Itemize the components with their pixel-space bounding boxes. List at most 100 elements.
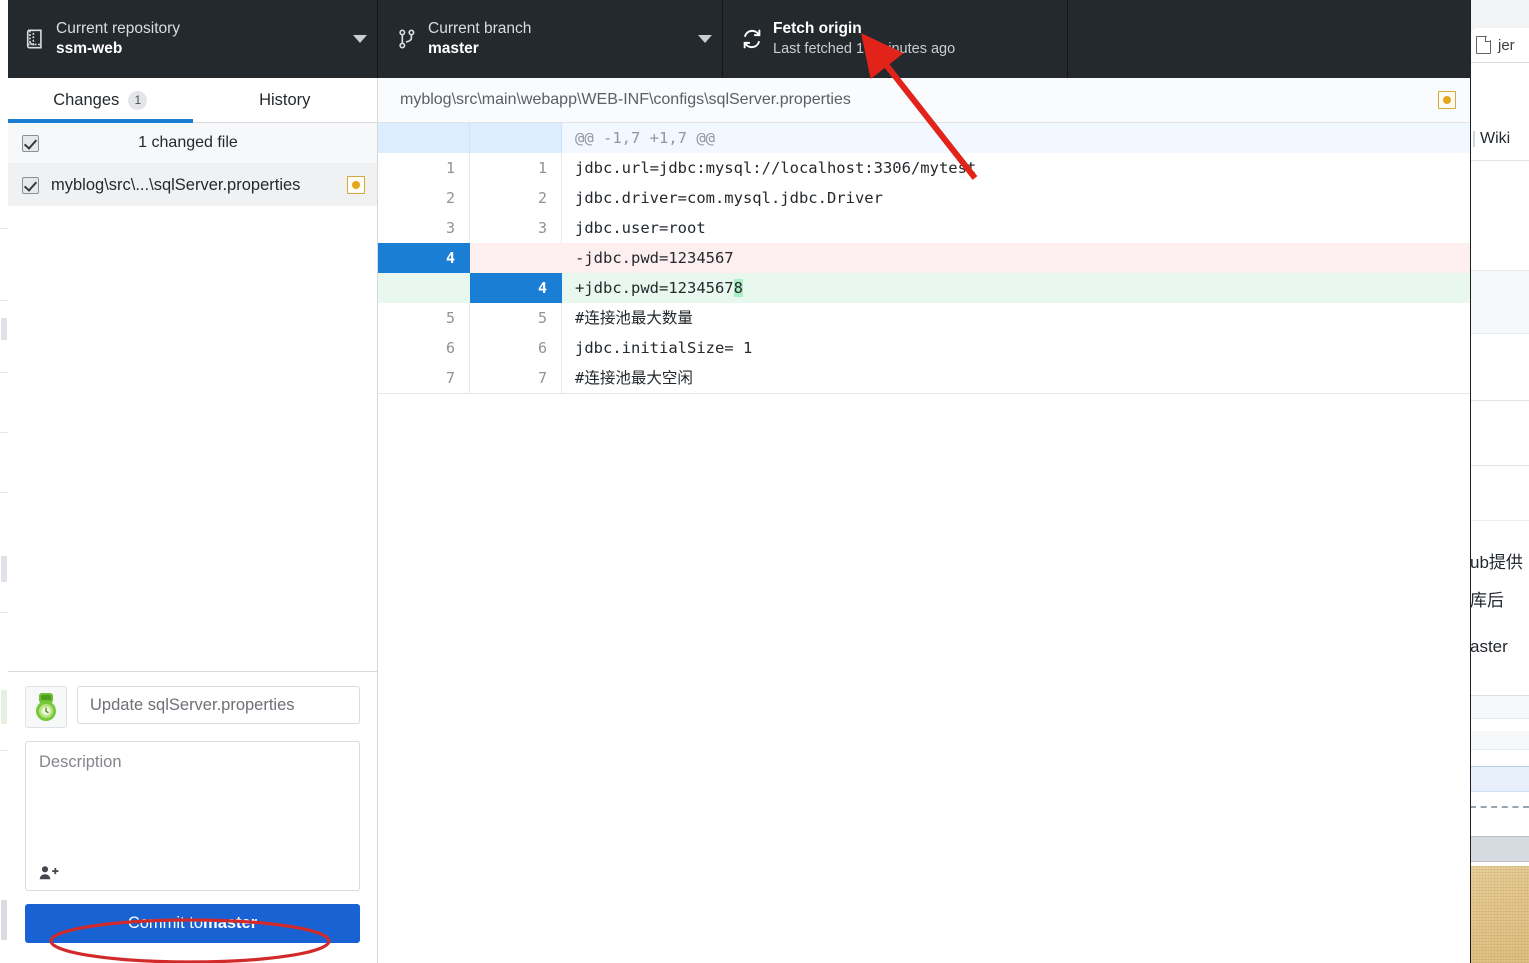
diff-added-base: +jdbc.pwd=1234567 [575,279,734,297]
diff-line-row-added[interactable]: 4 +jdbc.pwd=12345678 [378,273,1470,303]
commit-description-placeholder: Description [39,753,122,771]
diff-line-row-deleted[interactable]: 4 -jdbc.pwd=1234567 [378,243,1470,273]
page-paragraph-3: aster [1470,637,1508,656]
repository-name: ssm-web [56,40,123,57]
fetch-origin-label: Fetch origin [773,20,862,37]
diff-hunk-header: @@ -1,7 +1,7 @@ [378,123,1470,153]
tab-history[interactable]: History [193,78,378,122]
branch-icon [392,28,422,50]
tab-history-label: History [259,90,311,109]
line-number-old: 1 [378,153,470,183]
chevron-down-icon[interactable] [688,35,722,43]
diff-line-row[interactable]: 3 3 jdbc.user=root [378,213,1470,243]
changed-files-list-empty-space [8,290,377,672]
select-all-row[interactable]: 1 changed file [8,123,377,164]
diff-line-row[interactable]: 1 1 jdbc.url=jdbc:mysql://localhost:3306… [378,153,1470,183]
page-block-4 [1470,836,1529,862]
diff-file-path: myblog\src\main\webapp\WEB-INF\configs\s… [400,91,851,108]
page-divider-c [1470,520,1529,521]
diff-line-text: jdbc.driver=com.mysql.jdbc.Driver [575,189,883,207]
current-branch-button[interactable]: Current branch master [378,0,723,78]
page-block-1 [1470,695,1529,719]
changed-files-summary: 1 changed file [138,134,238,151]
line-number-new: 5 [470,303,562,333]
line-number-old: 6 [378,333,470,363]
browser-toolbar-separator [1470,62,1529,63]
diff-line-row[interactable]: 2 2 jdbc.driver=com.mysql.jdbc.Driver [378,183,1470,213]
select-all-checkbox[interactable] [22,134,39,152]
diff-added-word-highlight: 8 [733,279,743,297]
changes-count-badge: 1 [128,90,148,110]
sidebar-tabs: Changes 1 History [8,78,377,123]
line-number-old: 3 [378,213,470,243]
line-number-new: 4 [470,273,562,303]
commit-form: Update sqlServer.properties Description … [8,672,377,963]
commit-description-input[interactable]: Description [25,741,360,891]
commit-to-master-button[interactable]: Commit to master [25,904,360,943]
commit-summary-placeholder: Update sqlServer.properties [90,695,295,714]
add-coauthor-icon[interactable] [39,865,59,881]
browser-tab[interactable]: jer [1470,28,1529,62]
diff-line-text: #连接池最大数量 [575,309,693,327]
changes-sidebar: Changes 1 History 1 changed file myblog\… [8,78,378,963]
nav-label: Wiki [1480,130,1511,147]
page-dashed-divider [1470,806,1529,808]
page-divider-b [1470,465,1529,466]
branch-name: master [428,40,479,57]
hunk-header-text: @@ -1,7 +1,7 @@ [562,123,1470,153]
diff-pane: myblog\src\main\webapp\WEB-INF\configs\s… [378,78,1470,963]
line-number-new: 2 [470,183,562,213]
diff-line-row[interactable]: 7 7 #连接池最大空闲 [378,363,1470,393]
page-block-highlight [1470,766,1529,792]
modified-badge [1438,91,1456,109]
fetch-origin-subtitle: Last fetched 16 minutes ago [773,41,956,57]
line-number-old: 7 [378,363,470,393]
diff-line-text: jdbc.url=jdbc:mysql://localhost:3306/myt… [575,159,977,177]
repository-icon [20,28,50,50]
commit-button-prefix: Commit to [127,914,204,932]
branch-label: Current branch [428,20,532,37]
diff-line-text: -jdbc.pwd=1234567 [575,249,734,267]
tab-changes[interactable]: Changes 1 [8,78,193,123]
diff-line-text: jdbc.initialSize= 1 [575,339,753,357]
page-image [1470,866,1529,963]
app-toolbar: Current repository ssm-web Current branc… [8,0,1470,78]
github-desktop-window: Current repository ssm-web Current branc… [8,0,1471,963]
line-number-new: 3 [470,213,562,243]
diff-bottom-border [378,393,1470,394]
hunk-gutter-new [470,123,562,153]
user-avatar [25,686,67,728]
fetch-origin-button[interactable]: Fetch origin Last fetched 16 minutes ago [723,0,1068,78]
list-item[interactable]: myblog\src\...\sqlServer.properties [8,164,377,206]
line-number-new: 7 [470,363,562,393]
page-paragraph-1: ub提供 [1470,553,1523,572]
diff-line-text: jdbc.user=root [575,219,706,237]
file-checkbox[interactable] [22,176,39,194]
repo-nav-item-wiki[interactable]: Wiki [1470,118,1529,160]
hunk-gutter-old [378,123,470,153]
toolbar-empty-area [1068,0,1470,78]
commit-summary-input[interactable]: Update sqlServer.properties [77,686,360,724]
repository-label: Current repository [56,20,181,37]
commit-button-branch: master [203,914,258,932]
line-number-old: 5 [378,303,470,333]
tab-changes-label: Changes [53,90,120,109]
diff-line-text: #连接池最大空闲 [575,369,693,387]
diff-line-text: +jdbc.pwd=12345678 [562,273,1470,303]
page-divider-a [1470,400,1529,401]
line-number-new: 1 [470,153,562,183]
background-window-sliver [0,0,8,963]
background-browser-page: jer Wiki ub提供 库后 aster [1470,0,1529,963]
browser-tab-title: jer [1498,36,1515,54]
page-panel-a [1470,270,1529,334]
line-number-old: 2 [378,183,470,213]
diff-path-bar: myblog\src\main\webapp\WEB-INF\configs\s… [378,78,1470,123]
chevron-down-icon[interactable] [343,35,377,43]
sync-icon [737,27,767,51]
diff-line-row[interactable]: 6 6 jdbc.initialSize= 1 [378,333,1470,363]
diff-line-row[interactable]: 5 5 #连接池最大数量 [378,303,1470,333]
current-repository-button[interactable]: Current repository ssm-web [8,0,378,78]
nav-underline [1470,160,1529,161]
modified-badge [347,176,365,194]
line-number-new: 6 [470,333,562,363]
